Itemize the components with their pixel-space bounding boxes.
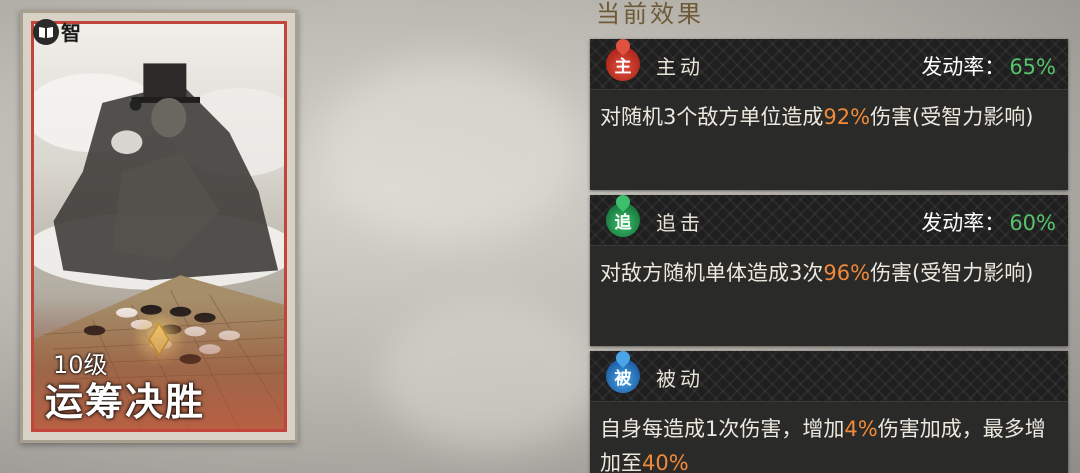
desc-highlight: 92% [823, 105, 871, 129]
effect-panel-passive: 被 被动 自身每造成1次伤害，增加4%伤害加成，最多增加至40% [590, 351, 1068, 473]
effect-description: 对随机3个敌方单位造成92%伤害(受智力影响) [590, 90, 1068, 190]
desc-highlight: 40% [642, 451, 689, 473]
trigger-rate: 发动率： 65% [921, 51, 1056, 81]
attribute-tag: 智 [33, 17, 81, 46]
effect-panel-pursuit: 追 追击 发动率： 60% 对敌方随机单体造成3次96%伤害(受智力影响) [590, 192, 1068, 346]
trigger-rate: 发动率： 60% [921, 207, 1056, 237]
desc-text: 自身每造成1次伤害，增加 [600, 417, 845, 441]
trigger-rate-value: 65% [1009, 55, 1056, 79]
background-mist [320, 60, 580, 240]
skill-name: 运筹决胜 [45, 379, 206, 424]
pursuit-skill-badge-icon: 追 [606, 192, 640, 237]
desc-text: 伤害(受智力影响) [870, 261, 1034, 285]
desc-text: 对随机3个敌方单位造成 [600, 105, 824, 129]
effect-type-label: 被动 [656, 367, 704, 391]
effect-type-label: 主动 [656, 55, 704, 79]
active-skill-badge-icon: 主 [606, 36, 640, 81]
desc-highlight: 96% [823, 261, 871, 285]
current-effects-title: 当前效果 [596, 0, 704, 28]
passive-skill-badge-icon: 被 [606, 351, 640, 393]
desc-highlight: 4% [844, 417, 878, 441]
book-icon [33, 18, 59, 45]
effect-description: 对敌方随机单体造成3次96%伤害(受智力影响) [590, 246, 1068, 346]
effect-type-label: 追击 [656, 211, 704, 235]
background-mist [380, 300, 600, 450]
desc-text: 对敌方随机单体造成3次 [600, 261, 824, 285]
effect-header: 被 被动 [590, 351, 1068, 402]
attribute-label: 智 [61, 21, 81, 45]
trigger-rate-label: 发动率： [921, 55, 1006, 79]
skill-card[interactable]: 智 10级 运筹决胜 [20, 10, 298, 443]
trigger-rate-value: 60% [1009, 211, 1056, 235]
desc-text: 伤害(受智力影响) [870, 105, 1034, 129]
effect-panel-active: 主 主动 发动率： 65% 对随机3个敌方单位造成92%伤害(受智力影响) [590, 36, 1068, 190]
effect-header: 主 主动 发动率： 65% [590, 36, 1068, 90]
effect-header: 追 追击 发动率： 60% [590, 192, 1068, 246]
trigger-rate-label: 发动率： [921, 211, 1006, 235]
effect-description: 自身每造成1次伤害，增加4%伤害加成，最多增加至40% [590, 402, 1068, 473]
